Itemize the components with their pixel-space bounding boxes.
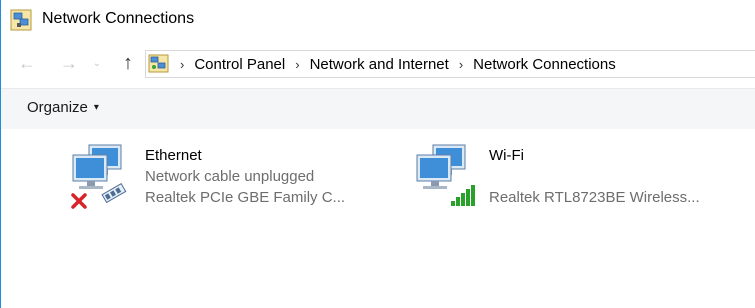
connection-device: Realtek RTL8723BE Wireless... [489,189,700,206]
organize-label: Organize [27,99,88,116]
connection-device: Realtek PCIe GBE Family C... [145,189,346,206]
connection-name: Ethernet [145,147,202,164]
title-bar: Network Connections [1,0,755,40]
connections-list: Ethernet Network cable unplugged Realtek… [1,129,755,308]
network-connections-icon [10,9,32,31]
address-bar[interactable]: › Control Panel › Network and Internet ›… [145,50,755,78]
recent-locations-button[interactable]: ⌄ [89,50,105,76]
up-button[interactable]: ↑ [115,50,141,76]
forward-button[interactable]: → [56,50,82,76]
connection-status [489,166,700,187]
wifi-adapter-icon [416,144,475,206]
arrow-right-icon: → [60,52,78,73]
connection-status: Network cable unplugged [145,168,315,185]
breadcrumb-network-and-internet[interactable]: Network and Internet [310,56,449,73]
window-title: Network Connections [42,10,195,27]
connection-item-wifi[interactable]: Wi-Fi Realtek RTL8723BE Wireless... [413,143,743,217]
navigation-row: ← → ⌄ ↑ › Control Panel › Network and In… [1,42,755,86]
arrow-up-icon: ↑ [123,51,133,74]
back-button[interactable]: ← [14,50,40,76]
caret-down-icon: ▾ [93,102,99,113]
connection-item-ethernet[interactable]: Ethernet Network cable unplugged Realtek… [69,143,369,217]
connection-details: Wi-Fi Realtek RTL8723BE Wireless... [489,146,700,208]
organize-menu-button[interactable]: Organize ▾ [27,99,99,116]
chevron-down-icon: ⌄ [92,57,102,69]
breadcrumb-network-connections[interactable]: Network Connections [473,56,616,73]
ethernet-disconnected-icon [71,144,127,209]
connection-details: Ethernet Network cable unplugged Realtek… [145,146,345,208]
connection-name: Wi-Fi [489,147,524,164]
control-panel-icon [148,54,169,73]
network-connections-window: Network Connections ← → ⌄ ↑ › Control Pa… [0,0,755,308]
command-toolbar: Organize ▾ [1,88,755,130]
breadcrumb-separator[interactable]: › [459,57,463,72]
arrow-left-icon: ← [18,52,36,73]
breadcrumb-separator[interactable]: › [295,57,299,72]
breadcrumb-separator: › [180,56,185,72]
breadcrumb-control-panel[interactable]: Control Panel [194,56,285,73]
